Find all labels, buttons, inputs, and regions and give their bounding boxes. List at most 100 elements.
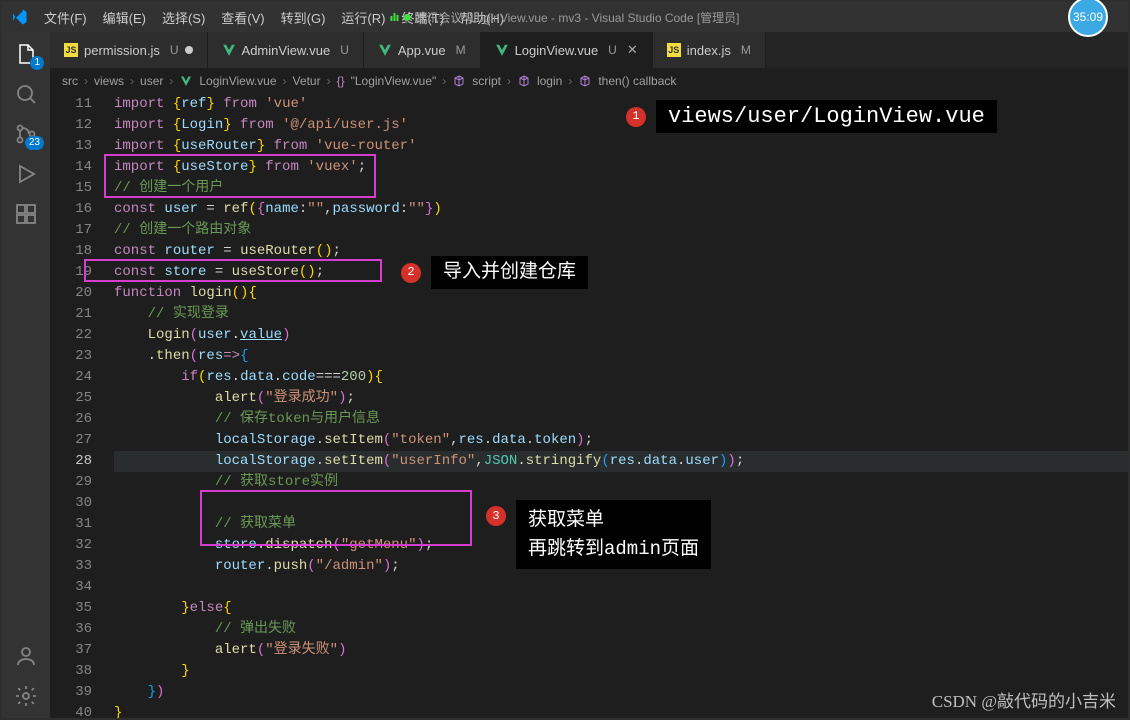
annotation-badge-2: 2 — [401, 263, 421, 283]
code-line[interactable]: alert("登录成功"); — [114, 388, 1128, 409]
tab-label: AdminView.vue — [242, 43, 331, 58]
chevron-right-icon: › — [84, 74, 88, 88]
tab-label: permission.js — [84, 43, 160, 58]
tab-status: M — [741, 43, 751, 57]
code-line[interactable]: // 实现登录 — [114, 304, 1128, 325]
watermark: CSDN @敲代码的小吉米 — [932, 687, 1116, 712]
code-line[interactable]: localStorage.setItem("token",res.data.to… — [114, 430, 1128, 451]
menu-item[interactable]: 查看(V) — [215, 4, 270, 31]
code-line[interactable]: Login(user.value) — [114, 325, 1128, 346]
annotation-3: 3 获取菜单 再跳转到admin页面 — [486, 500, 711, 569]
tab-label: LoginView.vue — [515, 43, 599, 58]
annotation-badge-1: 1 — [626, 107, 646, 127]
symbol-method-icon — [517, 74, 531, 88]
code-line[interactable]: function login(){ — [114, 283, 1128, 304]
breadcrumb-item[interactable]: "LoginView.vue" — [351, 74, 437, 88]
code-line[interactable]: import {useStore} from 'vuex'; — [114, 157, 1128, 178]
code-line[interactable]: .then(res=>{ — [114, 346, 1128, 367]
editor-tab[interactable]: App.vue M — [364, 32, 481, 68]
code-line[interactable]: const router = useRouter(); — [114, 241, 1128, 262]
code-line[interactable]: // 弹出失败 — [114, 619, 1128, 640]
vscode-logo-icon — [10, 8, 28, 26]
symbol-method-icon — [578, 74, 592, 88]
menu-item[interactable]: 文件(F) — [38, 4, 93, 31]
code-line[interactable]: import {useRouter} from 'vue-router' — [114, 136, 1128, 157]
editor-tab[interactable]: JS index.js M — [653, 32, 766, 68]
breadcrumb[interactable]: src › views › user › LoginView.vue › Vetur › {} "Lo… — [50, 68, 1128, 94]
braces-icon: {} — [337, 74, 345, 88]
close-icon[interactable]: ✕ — [627, 42, 638, 58]
menu-item[interactable]: 运行(R) — [335, 4, 391, 31]
vue-file-icon — [179, 74, 193, 88]
window-title: LoginView.vue - mv3 - Visual Studio Code… — [470, 9, 739, 26]
chevron-right-icon: › — [507, 74, 511, 88]
vue-file-icon — [495, 43, 509, 57]
title-bar: 文件(F)编辑(E)选择(S)查看(V)转到(G)运行(R)终端(T)帮助(H)… — [2, 2, 1128, 32]
editor-tab[interactable]: LoginView.vue U ✕ — [481, 32, 653, 68]
js-file-icon: JS — [667, 43, 681, 57]
breadcrumb-item[interactable]: user — [140, 74, 163, 88]
breadcrumb-item[interactable]: Vetur — [293, 74, 321, 88]
code-line[interactable]: localStorage.setItem("userInfo",JSON.str… — [114, 451, 1128, 472]
editor-tab[interactable]: JS permission.js U — [50, 32, 208, 68]
code-line[interactable]: const store = useStore(); — [114, 262, 1128, 283]
meeting-indicator: 腾讯会议 — [390, 9, 462, 26]
breadcrumb-item[interactable]: then() callback — [598, 74, 676, 88]
code-line[interactable]: // 保存token与用户信息 — [114, 409, 1128, 430]
tab-label: App.vue — [398, 43, 446, 58]
vue-file-icon — [222, 43, 236, 57]
chevron-right-icon: › — [327, 74, 331, 88]
menu-item[interactable]: 选择(S) — [156, 4, 211, 31]
tab-status: U — [170, 43, 179, 57]
tab-label: index.js — [687, 43, 731, 58]
vue-file-icon — [378, 43, 392, 57]
activity-bar: 1 23 — [2, 32, 50, 718]
chevron-right-icon: › — [130, 74, 134, 88]
settings-icon[interactable] — [14, 684, 38, 708]
annotation-text-2: 导入并创建仓库 — [431, 256, 588, 289]
code-editor[interactable]: 1112131415161718192021222324252627282930… — [50, 94, 1128, 718]
breadcrumb-item[interactable]: views — [94, 74, 124, 88]
search-icon[interactable] — [14, 82, 38, 106]
chevron-right-icon: › — [568, 74, 572, 88]
tab-status: U — [608, 43, 617, 57]
js-file-icon: JS — [64, 43, 78, 57]
explorer-icon[interactable]: 1 — [14, 42, 38, 66]
code-line[interactable]: if(res.data.code===200){ — [114, 367, 1128, 388]
code-line[interactable]: }else{ — [114, 598, 1128, 619]
breadcrumb-item[interactable]: src — [62, 74, 78, 88]
annotation-badge-3: 3 — [486, 506, 506, 526]
breadcrumb-item[interactable]: script — [472, 74, 501, 88]
code-line[interactable]: // 创建一个用户 — [114, 178, 1128, 199]
menu-item[interactable]: 转到(G) — [275, 4, 332, 31]
chevron-right-icon: › — [169, 74, 173, 88]
code-line[interactable]: // 创建一个路由对象 — [114, 220, 1128, 241]
code-lines[interactable]: 1 views/user/LoginView.vue 2 导入并创建仓库 3 获… — [106, 94, 1128, 718]
tab-status: M — [456, 43, 466, 57]
breadcrumb-item[interactable]: LoginView.vue — [199, 74, 276, 88]
account-icon[interactable] — [14, 644, 38, 668]
explorer-badge: 1 — [30, 56, 44, 70]
menu-item[interactable]: 编辑(E) — [97, 4, 152, 31]
code-line[interactable] — [114, 577, 1128, 598]
editor-tab[interactable]: AdminView.vue U — [208, 32, 364, 68]
line-gutter: 1112131415161718192021222324252627282930… — [50, 94, 106, 718]
code-line[interactable]: alert("登录失败") — [114, 640, 1128, 661]
chevron-right-icon: › — [442, 74, 446, 88]
tab-status: U — [340, 43, 349, 57]
editor-tabs: JS permission.js U AdminView.vue U App.vue M Lo… — [50, 32, 1128, 68]
chevron-right-icon: › — [283, 74, 287, 88]
code-line[interactable]: const user = ref({name:"",password:""}) — [114, 199, 1128, 220]
run-debug-icon[interactable] — [14, 162, 38, 186]
annotation-2: 2 导入并创建仓库 — [401, 256, 588, 289]
code-line[interactable]: } — [114, 661, 1128, 682]
annotation-text-3: 获取菜单 再跳转到admin页面 — [516, 500, 711, 569]
annotation-text-1: views/user/LoginView.vue — [656, 100, 997, 133]
symbol-method-icon — [452, 74, 466, 88]
source-control-icon[interactable]: 23 — [14, 122, 38, 146]
timer-badge: 35:09 — [1068, 0, 1108, 37]
modified-dot-icon — [185, 46, 193, 54]
breadcrumb-item[interactable]: login — [537, 74, 562, 88]
extensions-icon[interactable] — [14, 202, 38, 226]
code-line[interactable]: // 获取store实例 — [114, 472, 1128, 493]
